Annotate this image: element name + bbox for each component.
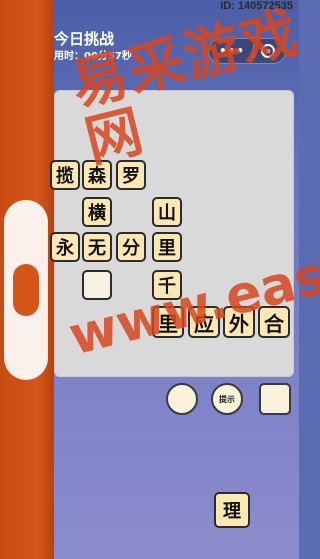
empty-tile[interactable] [82, 270, 112, 300]
tile[interactable]: 外 [223, 306, 255, 338]
timer: 用时：00分57秒 [54, 47, 132, 62]
tile[interactable]: 横 [82, 197, 112, 227]
tile[interactable]: 森 [82, 160, 112, 190]
page-title: 今日挑战 [54, 30, 115, 48]
tile[interactable]: 里 [152, 306, 184, 338]
crown-tool-button[interactable] [166, 383, 198, 415]
timer-value: 00分57秒 [84, 51, 132, 62]
timer-label: 用时： [54, 51, 84, 62]
tile[interactable]: 山 [152, 197, 182, 227]
tile[interactable]: 合 [258, 306, 290, 338]
hint-button[interactable]: 提示 [211, 383, 243, 415]
tile[interactable]: 永 [50, 232, 80, 262]
tile[interactable]: 千 [152, 270, 182, 300]
tile[interactable]: 揽 [50, 160, 80, 190]
candidate-tile[interactable]: 理 [214, 492, 250, 528]
hint-label: 提示 [219, 394, 235, 404]
user-id-label: ID: 140572535 [220, 0, 293, 12]
tile[interactable]: 里 [152, 232, 182, 262]
logo-icon [4, 200, 48, 380]
tile[interactable]: 分 [116, 232, 146, 262]
target-close-icon[interactable] [260, 44, 275, 58]
image-tool-button[interactable] [259, 383, 291, 415]
mini-program-capsule: ••• [208, 38, 286, 64]
tile[interactable]: 应 [188, 306, 220, 338]
tile[interactable]: 无 [82, 232, 112, 262]
left-banner [0, 0, 54, 559]
capsule-divider [252, 44, 254, 58]
tile[interactable]: 罗 [116, 160, 146, 190]
ellipsis-icon[interactable]: ••• [219, 44, 245, 58]
